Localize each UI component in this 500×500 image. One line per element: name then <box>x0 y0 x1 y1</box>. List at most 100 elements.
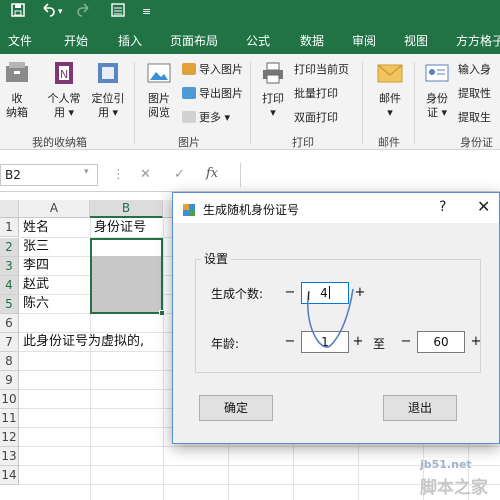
insert-function-icon[interactable]: fx <box>206 166 218 181</box>
column-header-a[interactable]: A <box>19 200 90 218</box>
age-to-decrement-button[interactable]: − <box>397 332 415 352</box>
more-button[interactable]: 更多 ▾ <box>182 110 230 126</box>
enter-icon[interactable]: ✓ <box>174 167 185 182</box>
picture-view-button[interactable]: 图片 阅览 <box>142 60 176 120</box>
fill-handle[interactable] <box>159 310 165 316</box>
gridline <box>163 218 164 500</box>
cell-a7[interactable]: 此身份证号为虚拟的, <box>19 332 144 351</box>
tab-view[interactable]: 视图 <box>404 32 428 49</box>
group-label-id: 身份证 <box>460 136 493 149</box>
mail-button[interactable]: 邮件 ▾ <box>372 60 408 120</box>
age-to-label: 至 <box>373 337 386 351</box>
cell-a2[interactable]: 张三 <box>19 237 49 256</box>
group-label-mail: 邮件 <box>378 136 400 149</box>
watermark-site: 脚本之家 <box>420 478 488 498</box>
tab-review[interactable]: 审阅 <box>352 32 376 49</box>
random-id-dialog: 生成随机身份证号 ? ✕ 设置 生成个数: − 4 + 年龄: − 1 + 至 … <box>172 192 500 444</box>
row-header[interactable]: 1 <box>0 218 19 237</box>
import-picture-icon <box>182 63 196 75</box>
excel-window: ▾ ≡ 文件 开始 插入 页面布局 公式 数据 审阅 视图 方方格子 收 纳箱 <box>0 0 500 500</box>
cell-a3[interactable]: 李四 <box>19 256 49 275</box>
row-header[interactable]: 10 <box>0 390 19 409</box>
svg-text:N: N <box>60 68 68 81</box>
tab-fangfanggezi[interactable]: 方方格子 <box>456 32 500 49</box>
print-current-page-button[interactable]: 打印当前页 <box>294 62 349 78</box>
print-button[interactable]: 打印 ▾ <box>256 60 290 120</box>
group-divider <box>134 62 135 144</box>
export-picture-icon <box>182 87 196 99</box>
column-header-b[interactable]: B <box>90 200 163 218</box>
group-divider <box>250 62 251 144</box>
form-icon[interactable] <box>110 2 126 23</box>
input-id-button[interactable]: 输入身 <box>458 62 491 78</box>
row-header[interactable]: 7 <box>0 333 19 352</box>
row-header[interactable]: 3 <box>0 257 19 276</box>
tab-insert[interactable]: 插入 <box>118 32 142 49</box>
inbox-button[interactable]: 收 纳箱 <box>2 60 32 120</box>
cell-b1[interactable]: 身份证号 <box>90 218 146 237</box>
personal-common-button[interactable]: N 个人常 用 ▾ <box>44 60 84 120</box>
row-header[interactable]: 13 <box>0 447 19 466</box>
customize-icon[interactable]: ≡ <box>142 2 151 22</box>
selected-range-b2-b5[interactable] <box>90 238 163 314</box>
formula-input[interactable] <box>240 163 500 187</box>
import-picture-button[interactable]: 导入图片 <box>182 62 243 78</box>
watermark-url: jb51.net <box>420 458 472 471</box>
locate-reference-button[interactable]: 定位引 用 ▾ <box>88 60 128 120</box>
onenote-icon: N <box>44 60 84 90</box>
undo-icon[interactable] <box>40 2 56 23</box>
text-cursor-icon: I <box>307 290 311 303</box>
cell-a4[interactable]: 赵武 <box>19 275 49 294</box>
ok-button[interactable]: 确定 <box>199 395 273 421</box>
row-header[interactable]: 12 <box>0 428 19 447</box>
row-header[interactable]: 8 <box>0 352 19 371</box>
group-label-inbox: 我的收纳箱 <box>32 136 87 149</box>
extract-birthday-button[interactable]: 提取生 <box>458 110 491 126</box>
save-icon[interactable] <box>10 2 26 23</box>
picture-icon <box>142 60 176 90</box>
tab-page-layout[interactable]: 页面布局 <box>170 32 218 49</box>
cancel-icon[interactable]: ✕ <box>140 167 151 182</box>
help-icon[interactable]: ? <box>439 199 446 215</box>
row-header[interactable]: 9 <box>0 371 19 390</box>
name-box-dropdown-icon[interactable]: ▾ <box>84 167 89 177</box>
watermark: jb51.net 脚本之家 <box>420 458 500 500</box>
age-to-input[interactable]: 60 <box>417 331 465 353</box>
cell-a5[interactable]: 陈六 <box>19 294 49 313</box>
gridline <box>19 446 500 447</box>
inbox-icon <box>2 60 32 90</box>
redo-icon <box>76 2 92 23</box>
more-icon <box>182 111 196 123</box>
age-to-increment-button[interactable]: + <box>467 332 485 352</box>
cell-a1[interactable]: 姓名 <box>19 218 49 237</box>
batch-print-button[interactable]: 批量打印 <box>294 86 338 102</box>
exit-button[interactable]: 退出 <box>383 395 457 421</box>
id-card-button[interactable]: 身份 证 ▾ <box>420 60 454 120</box>
row-header[interactable]: 11 <box>0 409 19 428</box>
close-icon[interactable]: ✕ <box>477 197 490 216</box>
count-label: 生成个数: <box>211 287 264 301</box>
active-cell-b2[interactable] <box>92 240 161 256</box>
undo-dropdown-icon[interactable]: ▾ <box>58 2 63 22</box>
row-header[interactable]: 14 <box>0 466 19 485</box>
extract-gender-button[interactable]: 提取性 <box>458 86 491 102</box>
row-header[interactable]: 5 <box>0 295 19 314</box>
row-header[interactable]: 2 <box>0 238 19 257</box>
row-header[interactable]: 6 <box>0 314 19 333</box>
row-header[interactable]: 4 <box>0 276 19 295</box>
tab-formulas[interactable]: 公式 <box>246 32 270 49</box>
age-from-decrement-button[interactable]: − <box>281 332 299 352</box>
count-decrement-button[interactable]: − <box>281 283 299 303</box>
export-picture-button[interactable]: 导出图片 <box>182 86 243 102</box>
tab-data[interactable]: 数据 <box>300 32 324 49</box>
age-label: 年龄: <box>211 337 240 351</box>
select-all-corner[interactable] <box>0 200 19 218</box>
group-label-pictures: 图片 <box>178 136 200 149</box>
group-divider <box>362 62 363 144</box>
duplex-print-button[interactable]: 双面打印 <box>294 110 338 126</box>
more-icon: ⋮ <box>112 167 125 182</box>
tab-file[interactable]: 文件 <box>8 32 32 49</box>
app-icon <box>182 202 196 221</box>
tab-home[interactable]: 开始 <box>64 32 88 49</box>
locate-icon <box>88 60 128 90</box>
